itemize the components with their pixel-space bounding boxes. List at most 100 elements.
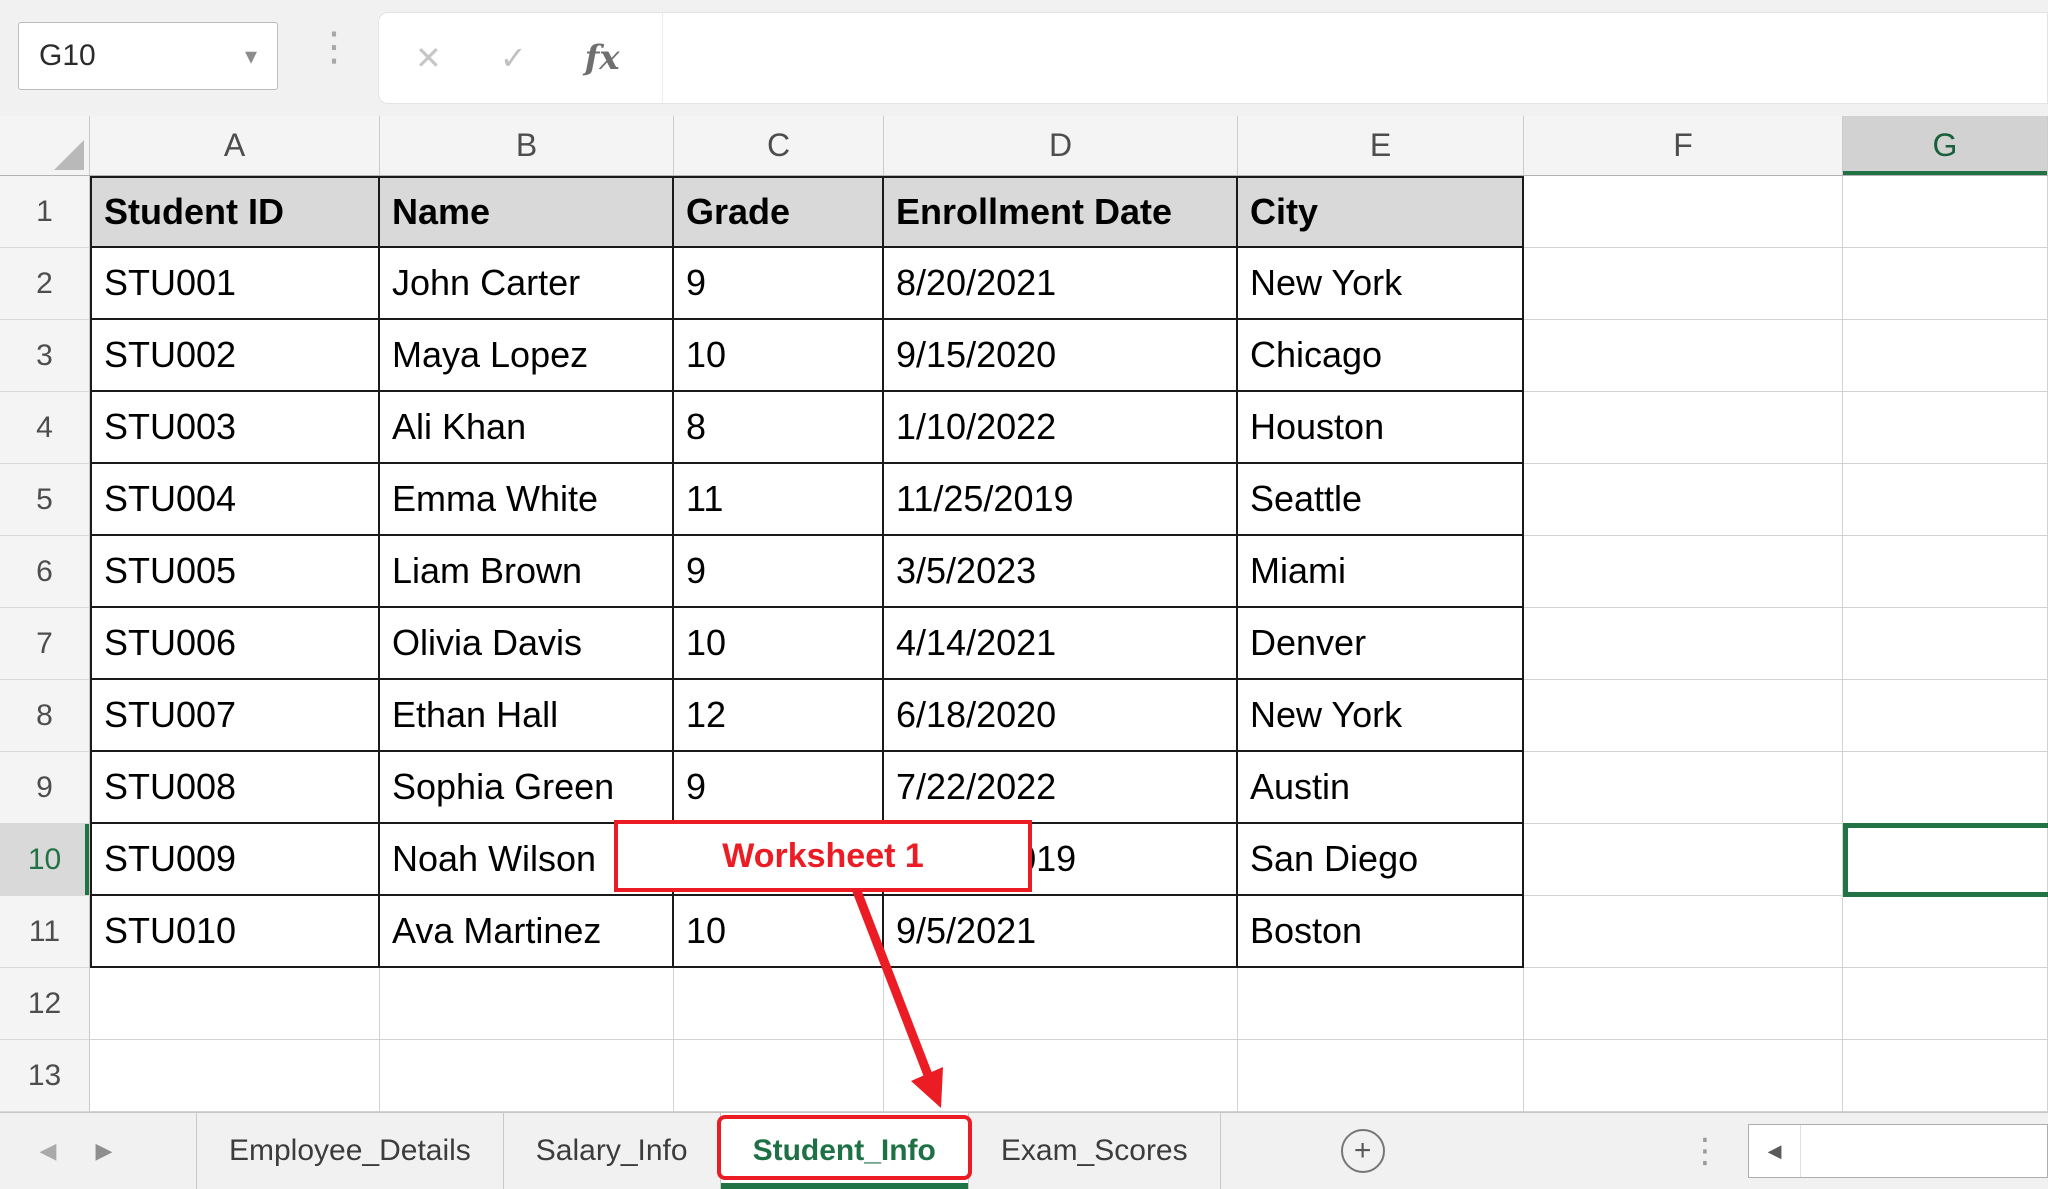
row-header-13[interactable]: 13 xyxy=(0,1040,90,1112)
cell-g4[interactable] xyxy=(1843,392,2048,464)
cell-d12[interactable] xyxy=(884,968,1238,1040)
cell-f8[interactable] xyxy=(1524,680,1843,752)
cell-c5[interactable]: 11 xyxy=(674,464,884,536)
cell-c3[interactable]: 10 xyxy=(674,320,884,392)
cell-c2[interactable]: 9 xyxy=(674,248,884,320)
cell-a9[interactable]: STU008 xyxy=(90,752,380,824)
scrollbar-track[interactable] xyxy=(1801,1125,2047,1177)
cell-g13[interactable] xyxy=(1843,1040,2048,1112)
cell-a5[interactable]: STU004 xyxy=(90,464,380,536)
sheet-tab-employee-details[interactable]: Employee_Details xyxy=(196,1113,504,1189)
cell-d3[interactable]: 9/15/2020 xyxy=(884,320,1238,392)
cancel-icon[interactable]: ✕ xyxy=(415,39,442,77)
cell-b3[interactable]: Maya Lopez xyxy=(380,320,674,392)
new-sheet-button[interactable]: + xyxy=(1341,1129,1385,1173)
row-header-9[interactable]: 9 xyxy=(0,752,90,824)
cell-f9[interactable] xyxy=(1524,752,1843,824)
row-header-7[interactable]: 7 xyxy=(0,608,90,680)
column-header-c[interactable]: C xyxy=(674,116,884,175)
enter-icon[interactable]: ✓ xyxy=(500,39,527,77)
sheet-tab-salary-info[interactable]: Salary_Info xyxy=(504,1113,721,1189)
cell-a6[interactable]: STU005 xyxy=(90,536,380,608)
sheet-tab-student-info[interactable]: Student_Info xyxy=(721,1113,969,1189)
cell-e10[interactable]: San Diego xyxy=(1238,824,1524,896)
cell-f2[interactable] xyxy=(1524,248,1843,320)
cell-c7[interactable]: 10 xyxy=(674,608,884,680)
sheet-tab-exam-scores[interactable]: Exam_Scores xyxy=(969,1113,1221,1189)
name-box[interactable]: G10 ▾ xyxy=(18,22,278,90)
cell-c8[interactable]: 12 xyxy=(674,680,884,752)
cell-a7[interactable]: STU006 xyxy=(90,608,380,680)
cell-f10[interactable] xyxy=(1524,824,1843,896)
column-header-g-selected[interactable]: G xyxy=(1843,116,2048,175)
cell-d13[interactable] xyxy=(884,1040,1238,1112)
cell-f5[interactable] xyxy=(1524,464,1843,536)
row-header-5[interactable]: 5 xyxy=(0,464,90,536)
cell-b7[interactable]: Olivia Davis xyxy=(380,608,674,680)
cell-f3[interactable] xyxy=(1524,320,1843,392)
cell-c1[interactable]: Grade xyxy=(674,176,884,248)
column-header-a[interactable]: A xyxy=(90,116,380,175)
cell-a11[interactable]: STU010 xyxy=(90,896,380,968)
cell-e4[interactable]: Houston xyxy=(1238,392,1524,464)
cell-c6[interactable]: 9 xyxy=(674,536,884,608)
cell-c11[interactable]: 10 xyxy=(674,896,884,968)
insert-function-icon[interactable]: fx xyxy=(585,38,620,78)
cell-f12[interactable] xyxy=(1524,968,1843,1040)
cell-e2[interactable]: New York xyxy=(1238,248,1524,320)
cell-d7[interactable]: 4/14/2021 xyxy=(884,608,1238,680)
cell-d4[interactable]: 1/10/2022 xyxy=(884,392,1238,464)
cell-g10-selected[interactable] xyxy=(1843,824,2048,896)
cell-b1[interactable]: Name xyxy=(380,176,674,248)
row-header-6[interactable]: 6 xyxy=(0,536,90,608)
cell-e13[interactable] xyxy=(1238,1040,1524,1112)
cell-d11[interactable]: 9/5/2021 xyxy=(884,896,1238,968)
cell-e3[interactable]: Chicago xyxy=(1238,320,1524,392)
cell-c4[interactable]: 8 xyxy=(674,392,884,464)
cell-d9[interactable]: 7/22/2022 xyxy=(884,752,1238,824)
cell-a3[interactable]: STU002 xyxy=(90,320,380,392)
cell-b8[interactable]: Ethan Hall xyxy=(380,680,674,752)
cell-f6[interactable] xyxy=(1524,536,1843,608)
cell-d5[interactable]: 11/25/2019 xyxy=(884,464,1238,536)
cell-d6[interactable]: 3/5/2023 xyxy=(884,536,1238,608)
cell-b13[interactable] xyxy=(380,1040,674,1112)
cell-g12[interactable] xyxy=(1843,968,2048,1040)
row-header-2[interactable]: 2 xyxy=(0,248,90,320)
row-header-1[interactable]: 1 xyxy=(0,176,90,248)
cell-e8[interactable]: New York xyxy=(1238,680,1524,752)
cell-e9[interactable]: Austin xyxy=(1238,752,1524,824)
cell-a4[interactable]: STU003 xyxy=(90,392,380,464)
cell-e11[interactable]: Boston xyxy=(1238,896,1524,968)
row-header-8[interactable]: 8 xyxy=(0,680,90,752)
cell-b11[interactable]: Ava Martinez xyxy=(380,896,674,968)
cell-e7[interactable]: Denver xyxy=(1238,608,1524,680)
scroll-left-icon[interactable]: ◀ xyxy=(1749,1125,1801,1177)
horizontal-scrollbar[interactable]: ◀ xyxy=(1748,1124,2048,1178)
cell-g5[interactable] xyxy=(1843,464,2048,536)
cell-f1[interactable] xyxy=(1524,176,1843,248)
cell-b9[interactable]: Sophia Green xyxy=(380,752,674,824)
cell-b5[interactable]: Emma White xyxy=(380,464,674,536)
cell-g3[interactable] xyxy=(1843,320,2048,392)
cell-b6[interactable]: Liam Brown xyxy=(380,536,674,608)
cell-g1[interactable] xyxy=(1843,176,2048,248)
cell-a12[interactable] xyxy=(90,968,380,1040)
cell-g6[interactable] xyxy=(1843,536,2048,608)
cell-b12[interactable] xyxy=(380,968,674,1040)
row-header-12[interactable]: 12 xyxy=(0,968,90,1040)
tab-nav-right-icon[interactable]: ▶ xyxy=(76,1138,132,1164)
cell-a10[interactable]: STU009 xyxy=(90,824,380,896)
formula-input[interactable] xyxy=(662,13,2047,103)
cell-e6[interactable]: Miami xyxy=(1238,536,1524,608)
cell-g7[interactable] xyxy=(1843,608,2048,680)
column-header-e[interactable]: E xyxy=(1238,116,1524,175)
cell-d1[interactable]: Enrollment Date xyxy=(884,176,1238,248)
column-header-d[interactable]: D xyxy=(884,116,1238,175)
row-header-11[interactable]: 11 xyxy=(0,896,90,968)
toolbar-grip-icon[interactable]: ⋮ xyxy=(314,24,354,70)
cell-b4[interactable]: Ali Khan xyxy=(380,392,674,464)
cell-f4[interactable] xyxy=(1524,392,1843,464)
cell-c9[interactable]: 9 xyxy=(674,752,884,824)
cell-e12[interactable] xyxy=(1238,968,1524,1040)
